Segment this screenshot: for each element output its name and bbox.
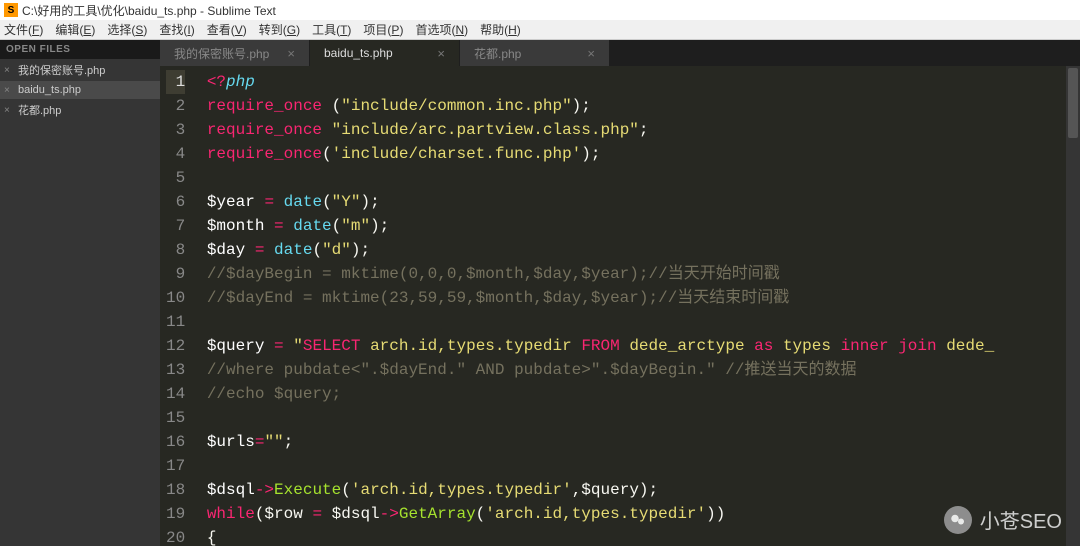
tab-label: 花都.php (474, 45, 521, 62)
code-line: $day = date("d"); (197, 238, 1080, 262)
file-label: 我的保密账号.php (18, 62, 105, 78)
line-number: 5 (166, 166, 185, 190)
code-line: { (197, 526, 1080, 546)
menu-item[interactable]: 转到(G) (259, 21, 300, 38)
code-line: //echo $query; (197, 382, 1080, 406)
file-label: baidu_ts.php (18, 84, 81, 96)
sidebar-file-item[interactable]: × baidu_ts.php (0, 81, 160, 99)
line-number: 16 (166, 430, 185, 454)
sidebar: OPEN FILES × 我的保密账号.php × baidu_ts.php × 花都.p… (0, 40, 160, 546)
line-number: 13 (166, 358, 185, 382)
sidebar-open-files-header: OPEN FILES (0, 40, 160, 59)
menu-item[interactable]: 选择(S) (107, 21, 147, 38)
close-icon[interactable]: × (4, 105, 10, 116)
code-line: require_once('include/charset.func.php')… (197, 142, 1080, 166)
close-icon[interactable]: × (4, 65, 10, 76)
code-line: //$dayBegin = mktime(0,0,0,$month,$day,$… (197, 262, 1080, 286)
menu-item[interactable]: 工具(T) (312, 21, 351, 38)
line-number: 10 (166, 286, 185, 310)
title-bar: S C:\好用的工具\优化\baidu_ts.php - Sublime Tex… (0, 0, 1080, 20)
code-line: require_once "include/arc.partview.class… (197, 118, 1080, 142)
tab[interactable]: 我的保密账号.php × (160, 40, 310, 66)
code-line: while($row = $dsql->GetArray('arch.id,ty… (197, 502, 1080, 526)
code-line (197, 406, 1080, 430)
code-content[interactable]: <?php require_once ("include/common.inc.… (197, 66, 1080, 546)
tab-label: 我的保密账号.php (174, 45, 269, 62)
tabs: 我的保密账号.php × baidu_ts.php × 花都.php × (160, 40, 1080, 66)
close-icon[interactable]: × (4, 85, 10, 96)
code-line (197, 454, 1080, 478)
line-number: 14 (166, 382, 185, 406)
close-icon[interactable]: × (437, 46, 445, 61)
menu-item[interactable]: 项目(P) (363, 21, 403, 38)
scrollbar-vertical[interactable] (1066, 66, 1080, 546)
line-number: 2 (166, 94, 185, 118)
code-line (197, 310, 1080, 334)
code-line: $year = date("Y"); (197, 190, 1080, 214)
line-number: 9 (166, 262, 185, 286)
tab-label: baidu_ts.php (324, 46, 393, 60)
editor-area: 我的保密账号.php×baidu_ts.php×花都.php× 12345678… (160, 40, 1080, 546)
menu-item[interactable]: 文件(F) (4, 21, 43, 38)
code-line: <?php (197, 70, 1080, 94)
code-line: $urls=""; (197, 430, 1080, 454)
code-line: //where pubdate<".$dayEnd." AND pubdate>… (197, 358, 1080, 382)
menu-item[interactable]: 查看(V) (207, 21, 247, 38)
menu-item[interactable]: 帮助(H) (480, 21, 521, 38)
line-number: 3 (166, 118, 185, 142)
close-icon[interactable]: × (287, 46, 295, 61)
code-line (197, 166, 1080, 190)
close-icon[interactable]: × (587, 46, 595, 61)
window-title: C:\好用的工具\优化\baidu_ts.php - Sublime Text (22, 2, 276, 19)
line-number: 19 (166, 502, 185, 526)
menu-item[interactable]: 编辑(E) (55, 21, 95, 38)
app-icon: S (4, 3, 18, 17)
menu-item[interactable]: 首选项(N) (415, 21, 468, 38)
sidebar-file-item[interactable]: × 花都.php (0, 99, 160, 121)
sidebar-file-item[interactable]: × 我的保密账号.php (0, 59, 160, 81)
line-number: 12 (166, 334, 185, 358)
menu-bar: 文件(F) 编辑(E) 选择(S) 查找(I) 查看(V) 转到(G) 工具(T) 项目(P)… (0, 20, 1080, 40)
code-line: $dsql->Execute('arch.id,types.typedir',$… (197, 478, 1080, 502)
code-line: //$dayEnd = mktime(23,59,59,$month,$day,… (197, 286, 1080, 310)
code-area[interactable]: 1234567891011121314151617181920 <?php re… (160, 66, 1080, 546)
line-number: 8 (166, 238, 185, 262)
tab[interactable]: baidu_ts.php × (310, 40, 460, 66)
code-line: $month = date("m"); (197, 214, 1080, 238)
line-number: 18 (166, 478, 185, 502)
scrollbar-thumb[interactable] (1068, 68, 1078, 138)
line-number: 1 (166, 70, 185, 94)
line-number: 15 (166, 406, 185, 430)
tab[interactable]: 花都.php × (460, 40, 610, 66)
file-label: 花都.php (18, 102, 61, 118)
line-number: 17 (166, 454, 185, 478)
line-number: 6 (166, 190, 185, 214)
line-number: 4 (166, 142, 185, 166)
code-line: $query = "SELECT arch.id,types.typedir F… (197, 334, 1080, 358)
line-number: 11 (166, 310, 185, 334)
menu-item[interactable]: 查找(I) (159, 21, 194, 38)
line-number: 7 (166, 214, 185, 238)
code-line: require_once ("include/common.inc.php"); (197, 94, 1080, 118)
gutter: 1234567891011121314151617181920 (160, 66, 197, 546)
line-number: 20 (166, 526, 185, 546)
